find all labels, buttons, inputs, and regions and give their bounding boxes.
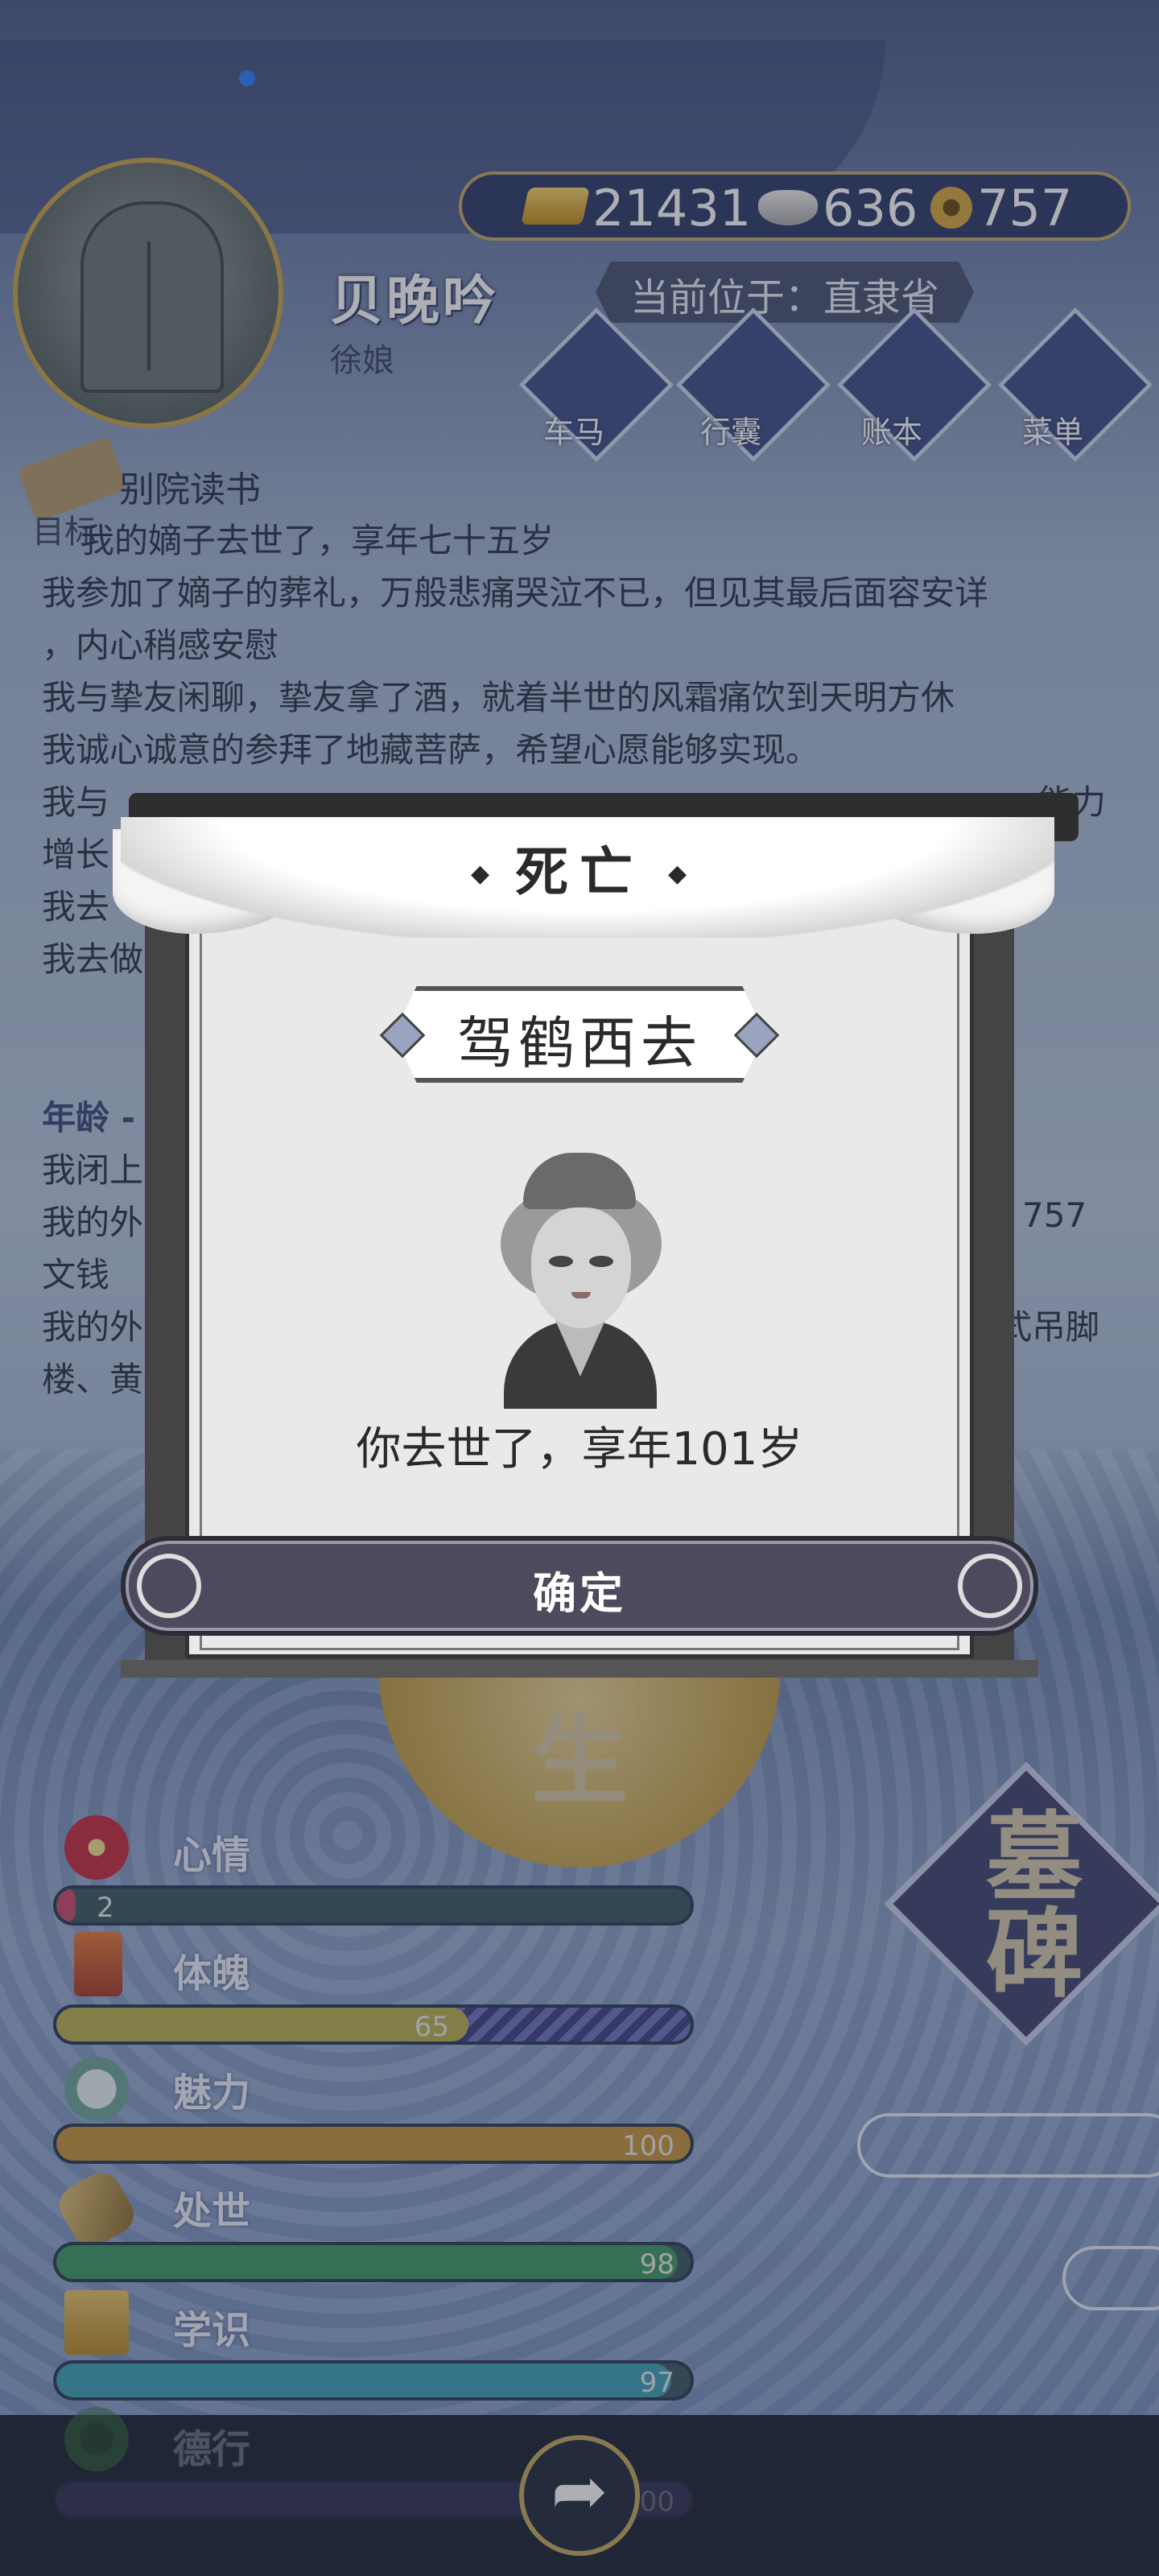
modal-bottom-bar bbox=[121, 1660, 1038, 1678]
portrait-eye bbox=[589, 1256, 613, 1267]
death-type: 驾鹤西去 bbox=[457, 1010, 702, 1076]
portrait-face bbox=[531, 1208, 631, 1328]
death-message: 你去世了，享年101岁 bbox=[356, 1423, 803, 1476]
portrait-eye bbox=[549, 1256, 573, 1267]
confirm-label[interactable]: 确定 bbox=[121, 1558, 1038, 1621]
modal-title: 死亡 bbox=[515, 841, 644, 903]
